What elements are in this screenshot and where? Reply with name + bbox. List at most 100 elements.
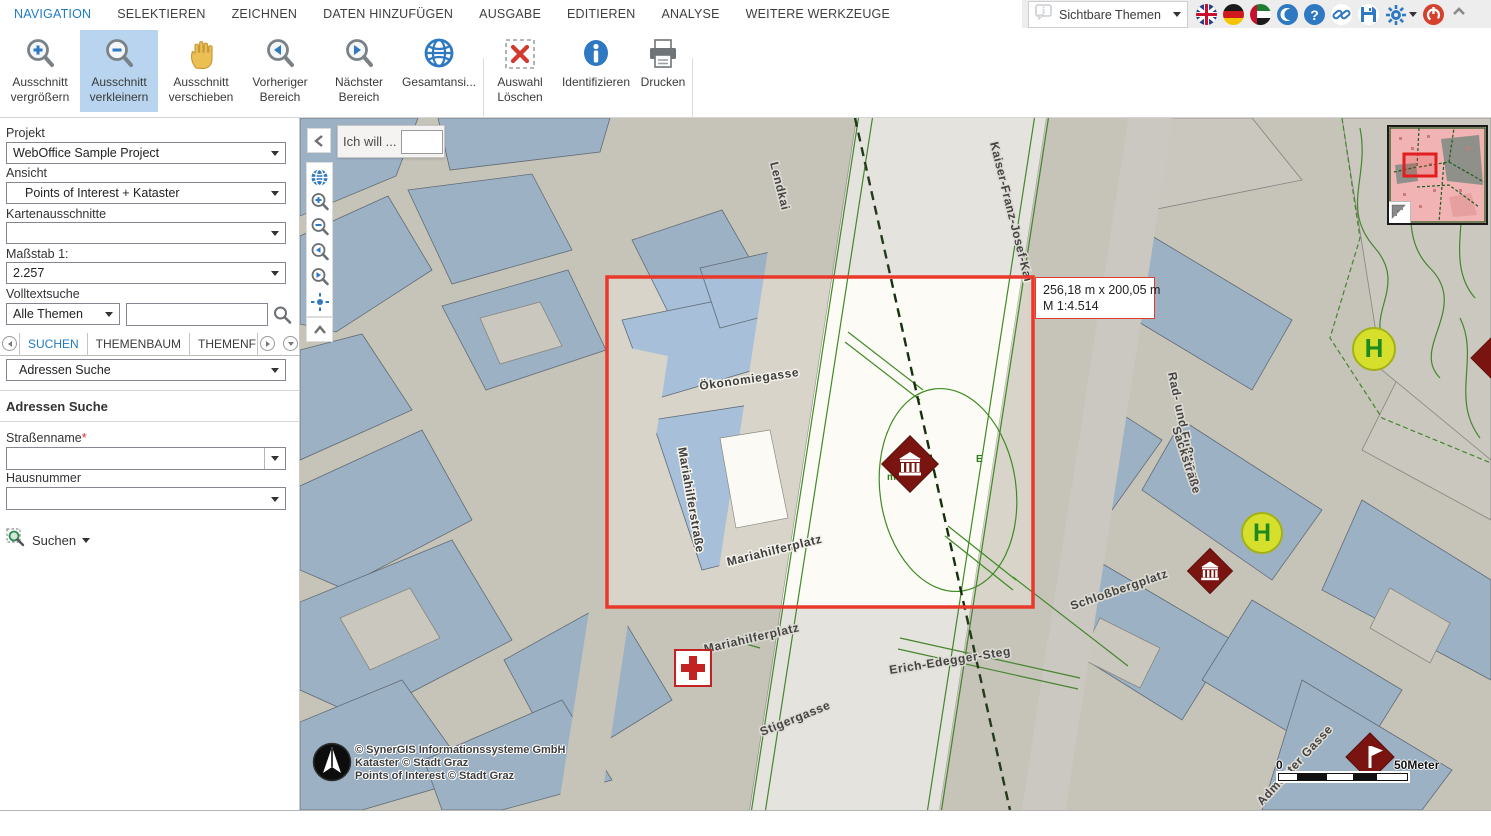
pan-button[interactable]: Ausschnitt verschieben (160, 30, 242, 112)
house-number-label: Hausnummer (6, 471, 81, 485)
crescent-language-icon[interactable] (1277, 4, 1298, 25)
scale-value: 2.257 (13, 266, 44, 280)
ich-will-input[interactable] (401, 130, 443, 154)
language-german-flag-icon[interactable] (1223, 4, 1244, 25)
tool-strip-collapse-icon[interactable] (306, 317, 333, 342)
visible-themes-dropdown[interactable]: Sichtbare Themen (1028, 1, 1188, 28)
zoom-in-button[interactable]: Ausschnitt vergrößern (2, 30, 78, 112)
ribbon-tab-bar: NAVIGATION SELEKTIEREN ZEICHNEN DATEN HI… (0, 0, 1491, 28)
red-x-selection-icon (503, 33, 537, 75)
tab-weitere-werkzeuge[interactable]: WEITERE WERKZEUGE (746, 7, 890, 21)
map-green-letter: E (976, 454, 983, 465)
button-label: verkleinern (90, 90, 149, 105)
tabs-more-icon[interactable] (283, 336, 298, 351)
magnifier-back-icon (263, 33, 297, 75)
help-icon[interactable]: ? (1304, 4, 1325, 25)
zoom-in-icon[interactable] (308, 191, 331, 213)
tab-selektieren[interactable]: SELEKTIEREN (117, 7, 205, 21)
speech-bubble-info-icon (1035, 4, 1053, 25)
tab-ausgabe[interactable]: AUSGABE (479, 7, 541, 21)
button-label: Identifizieren (562, 75, 630, 90)
ich-will-quick-command[interactable]: Ich will ... (337, 125, 445, 158)
zoom-out-button[interactable]: Ausschnitt verkleinern (80, 30, 158, 112)
search-magnifier-icon[interactable] (272, 305, 292, 330)
copyright-line: © SynerGIS Informationssysteme GmbH (355, 744, 565, 757)
printer-icon (646, 33, 680, 75)
project-label: Projekt (6, 126, 45, 140)
map-extents-label: Kartenausschnitte (6, 207, 106, 221)
next-extent-icon[interactable] (308, 266, 331, 288)
button-label: Ausschnitt (91, 75, 146, 90)
search-type-value: Adressen Suche (19, 363, 111, 377)
tab-themenbaum[interactable]: THEMENBAUM (88, 333, 190, 355)
view-value: Points of Interest + Kataster (25, 186, 180, 200)
magnifier-minus-icon (102, 33, 136, 75)
weboffice-app: NAVIGATION SELEKTIEREN ZEICHNEN DATEN HI… (0, 0, 1491, 836)
button-label: Ausschnitt (173, 75, 228, 90)
tab-daten-hinzufuegen[interactable]: DATEN HINZUFÜGEN (323, 7, 453, 21)
scale-bar: 0 50Meter (1272, 758, 1422, 781)
ribbon-toolbar: Ausschnitt vergrößern Ausschnitt verklei… (0, 28, 1491, 118)
map-viewport[interactable]: m E E Lendkai Kaiser-Franz-Josef-Kai Rad… (300, 118, 1491, 810)
project-select[interactable]: WebOffice Sample Project (6, 142, 286, 164)
svg-text:H: H (1253, 519, 1271, 547)
full-extent-icon[interactable] (308, 166, 331, 188)
pharmacy-cross-marker[interactable] (675, 650, 711, 686)
zoom-out-icon[interactable] (308, 216, 331, 238)
north-compass-logo (312, 742, 352, 787)
help-glyph: ? (1310, 7, 1319, 23)
panel-tabs: SUCHEN THEMENBAUM THEMENFILTER (0, 333, 300, 356)
tab-analyse[interactable]: ANALYSE (661, 7, 719, 21)
overview-map[interactable] (1387, 125, 1488, 225)
clear-selection-button[interactable]: Auswahl Löschen (489, 30, 551, 112)
copyright-line: Kataster © Stadt Graz (355, 757, 565, 770)
panel-collapse-button[interactable] (307, 128, 331, 153)
hand-pan-icon (184, 33, 218, 75)
map-extents-select[interactable] (6, 222, 286, 244)
next-extent-button[interactable]: Nächster Bereich (320, 30, 398, 112)
tab-zeichnen[interactable]: ZEICHNEN (232, 7, 298, 21)
fulltext-theme-select[interactable]: Alle Themen (6, 303, 120, 325)
previous-extent-icon[interactable] (308, 241, 331, 263)
bus-stop-marker[interactable]: H (1353, 328, 1395, 370)
link-icon[interactable] (1331, 4, 1352, 25)
tab-navigation[interactable]: NAVIGATION (14, 7, 91, 21)
overview-resize-handle[interactable] (1389, 201, 1411, 223)
project-value: WebOffice Sample Project (13, 146, 159, 160)
scale-select[interactable]: 2.257 (6, 262, 286, 284)
print-button[interactable]: Drucken (637, 30, 689, 112)
tab-suchen[interactable]: SUCHEN (19, 333, 88, 355)
full-extent-button[interactable]: Gesamtansi... (400, 30, 478, 112)
geolocate-icon[interactable] (308, 291, 331, 313)
magnifier-forward-icon (342, 33, 376, 75)
globe-icon (422, 33, 456, 75)
tabs-scroll-left-icon[interactable] (2, 336, 17, 351)
button-label: vergrößern (11, 90, 70, 105)
tooltip-dimensions: 256,18 m x 200,05 m (1043, 282, 1147, 298)
section-title: Adressen Suche (6, 399, 108, 414)
logout-power-icon[interactable] (1423, 4, 1444, 25)
bus-stop-marker[interactable]: H (1242, 513, 1282, 553)
fulltext-search-input[interactable] (126, 303, 268, 326)
previous-extent-button[interactable]: Vorheriger Bereich (244, 30, 316, 112)
button-label: Bereich (260, 90, 301, 105)
measurement-tooltip: 256,18 m x 200,05 m M 1:4.514 (1035, 277, 1155, 319)
language-arabic-flag-icon[interactable] (1250, 4, 1271, 25)
house-number-select[interactable] (6, 487, 286, 510)
scale-bar-zero: 0 (1276, 758, 1283, 772)
street-name-input[interactable] (7, 448, 263, 469)
search-type-select[interactable]: Adressen Suche (6, 359, 286, 381)
street-name-dropdown-icon[interactable] (264, 448, 285, 469)
tab-themenfilter[interactable]: THEMENFILTER (190, 333, 258, 355)
tabs-scroll-right-icon[interactable] (260, 336, 275, 351)
language-english-flag-icon[interactable] (1196, 4, 1217, 25)
overview-extent-rectangle[interactable] (1404, 154, 1436, 176)
save-session-icon[interactable] (1358, 4, 1379, 25)
street-name-combo[interactable] (6, 447, 286, 470)
view-select[interactable]: Points of Interest + Kataster (6, 182, 286, 204)
settings-gear-icon[interactable] (1385, 4, 1417, 26)
address-search-button[interactable]: Suchen (6, 528, 90, 553)
tab-editieren[interactable]: EDITIEREN (567, 7, 635, 21)
identify-button[interactable]: Identifizieren (555, 30, 637, 112)
collapse-ribbon-icon[interactable] (1450, 3, 1468, 26)
